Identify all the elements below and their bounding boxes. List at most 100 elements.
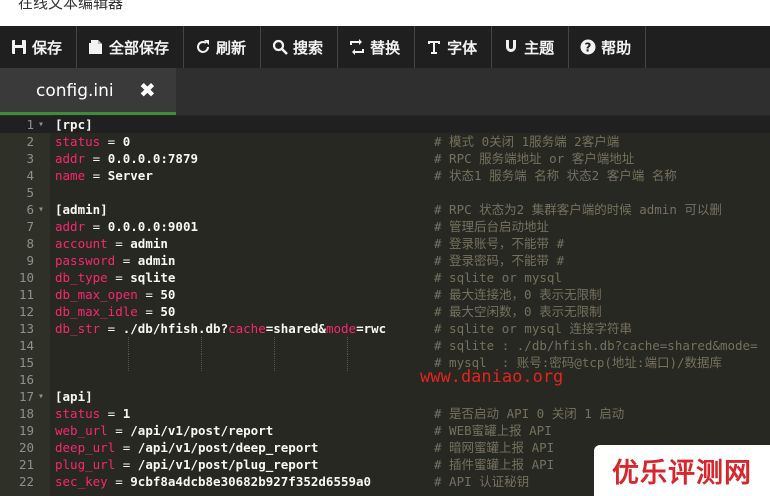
code-comment: # 是否启动 API 0 关闭 1 启动 <box>434 406 625 421</box>
config-key: status <box>55 134 101 149</box>
line-number: 6 <box>26 202 34 217</box>
save-all-button[interactable]: 全部保存 <box>77 26 185 68</box>
code-text: plug_url = /api/v1/post/plug_report <box>55 456 318 473</box>
code-token: = <box>115 457 138 472</box>
code-token: = <box>100 406 123 421</box>
code-line[interactable]: 16 <box>0 371 770 388</box>
help-button[interactable]: ? 帮助 <box>569 26 647 68</box>
code-token: [admin] <box>55 202 108 217</box>
config-key: cache <box>228 321 266 336</box>
code-comment: # 登录账号，不能带 # <box>434 236 565 251</box>
tab-config-ini[interactable]: config.ini ✖ <box>0 68 176 115</box>
line-number: 18 <box>18 406 34 421</box>
code-line[interactable]: 8 account = admin # 登录账号，不能带 # <box>0 235 770 252</box>
code-text: password = admin <box>55 252 175 269</box>
line-number: 5 <box>26 185 34 200</box>
config-key: db_str <box>55 321 101 336</box>
indent-guide <box>274 354 275 371</box>
code-line[interactable]: 4 name = Server # 状态1 服务端 名称 状态2 客户端 名称 <box>0 167 770 184</box>
config-key: addr <box>55 219 86 234</box>
toolbar: 保存 全部保存 刷新 搜索 替换 字体 主题 ? 帮助 <box>0 26 770 68</box>
site-logo-text: 优乐评测网 <box>612 458 752 489</box>
search-icon <box>271 38 289 56</box>
save-icon <box>10 38 28 56</box>
indent-guide <box>128 337 129 354</box>
code-line[interactable]: 17 ▾ [api] <box>0 388 770 405</box>
font-label: 字体 <box>447 38 478 57</box>
code-token: 0.0.0.0:9001 <box>107 219 198 234</box>
code-text: addr = 0.0.0.0:7879 <box>55 150 198 167</box>
code-text: account = admin <box>55 235 168 252</box>
code-line[interactable]: 11 db_max_open = 50 # 最大连接池，0 表示无限制 <box>0 286 770 303</box>
code-line[interactable]: 18 status = 1 # 是否启动 API 0 关闭 1 启动 <box>0 405 770 422</box>
replace-button[interactable]: 替换 <box>338 26 416 68</box>
code-comment: # sqlite or mysql 连接字符串 <box>434 321 632 336</box>
code-comment: # RPC 服务端地址 or 客户端地址 <box>434 151 635 166</box>
indent-guide <box>201 337 202 354</box>
search-button[interactable]: 搜索 <box>261 26 339 68</box>
code-line[interactable]: 9 password = admin # 登录密码，不能带 # <box>0 252 770 269</box>
replace-icon <box>348 38 366 56</box>
fold-toggle-icon[interactable]: ▾ <box>38 388 44 405</box>
code-line[interactable]: 15 # mysql : 账号:密码@tcp(地址:端口)/数据库 <box>0 354 770 371</box>
code-line[interactable]: 13 db_str = ./db/hfish.db?cache=shared&mo… <box>0 320 770 337</box>
indent-guide <box>347 337 348 354</box>
save-all-label: 全部保存 <box>109 38 170 57</box>
code-text: db_str = ./db/hfish.db?cache=shared&mode… <box>55 320 386 337</box>
code-line[interactable]: 12 db_max_idle = 50 # 最大空闲数，0 表示无限制 <box>0 303 770 320</box>
svg-text:?: ? <box>585 41 592 55</box>
line-number: 17 <box>18 389 34 404</box>
config-key: account <box>55 236 108 251</box>
code-line[interactable]: 10 db_type = sqlite # sqlite or mysql <box>0 269 770 286</box>
theme-button[interactable]: 主题 <box>492 26 570 68</box>
line-number: 20 <box>18 440 34 455</box>
code-line[interactable]: 1 ▾ [rpc] <box>0 116 770 133</box>
code-token: 1 <box>122 406 131 421</box>
code-line[interactable]: 2 status = 0 # 模式 0关闭 1服务端 2客户端 <box>0 133 770 150</box>
code-token: = <box>115 253 138 268</box>
indent-guide <box>201 354 202 371</box>
code-comment: # sqlite or mysql <box>434 270 562 285</box>
code-editor[interactable]: 1 ▾ [rpc] 2 status = 0 # 模式 0关闭 1服务端 2客户端 3 add… <box>0 115 770 496</box>
save-all-icon <box>87 38 105 56</box>
code-token: Server <box>107 168 153 183</box>
line-number: 19 <box>18 423 34 438</box>
code-comment: # 管理后台启动地址 <box>434 219 550 234</box>
code-text: sec_key = 9cbf8a4dcb8e30682b927f352d6559… <box>55 473 371 490</box>
code-comment: # 最大连接池，0 表示无限制 <box>434 287 602 302</box>
code-token: ./db/hfish.db? <box>122 321 229 336</box>
code-line[interactable]: 7 addr = 0.0.0.0:9001 # 管理后台启动地址 <box>0 218 770 235</box>
indent-guide <box>128 354 129 371</box>
line-number: 3 <box>26 151 34 166</box>
config-key: addr <box>55 151 86 166</box>
theme-icon <box>502 38 520 56</box>
search-label: 搜索 <box>293 38 324 57</box>
code-token: /api/v1/post/report <box>130 423 274 438</box>
close-icon[interactable]: ✖ <box>139 78 156 102</box>
config-key: db_type <box>55 270 108 285</box>
line-number: 2 <box>26 134 34 149</box>
app-title: 在线文本编辑器 <box>18 0 124 12</box>
font-button[interactable]: 字体 <box>415 26 493 68</box>
fold-toggle-icon[interactable]: ▾ <box>38 116 44 133</box>
code-token: = <box>85 168 108 183</box>
code-line[interactable]: 3 addr = 0.0.0.0:7879 # RPC 服务端地址 or 客户端地址 <box>0 150 770 167</box>
save-button[interactable]: 保存 <box>0 26 78 68</box>
refresh-label: 刷新 <box>216 38 247 57</box>
code-comment: # 模式 0关闭 1服务端 2客户端 <box>434 134 620 149</box>
watermark-url: www.daniao.org <box>420 367 564 387</box>
code-token: = <box>85 219 108 234</box>
fold-toggle-icon[interactable]: ▾ <box>38 201 44 218</box>
code-line[interactable]: 19 web_url = /api/v1/post/report # WEB蜜罐上报… <box>0 422 770 439</box>
code-text: [admin] <box>55 201 108 218</box>
indent-guide <box>347 354 348 371</box>
refresh-button[interactable]: 刷新 <box>184 26 262 68</box>
code-text: web_url = /api/v1/post/report <box>55 422 273 439</box>
code-line[interactable]: 14 # sqlite : ./db/hfish.db?cache=shared&… <box>0 337 770 354</box>
line-number: 22 <box>18 474 34 489</box>
line-number: 11 <box>18 287 34 302</box>
code-line[interactable]: 5 <box>0 184 770 201</box>
code-token: = <box>107 270 131 285</box>
code-line[interactable]: 6 ▾ [admin] # RPC 状态为2 集群客户端的时候 admin 可以删 <box>0 201 770 218</box>
code-text: [rpc] <box>55 116 93 133</box>
